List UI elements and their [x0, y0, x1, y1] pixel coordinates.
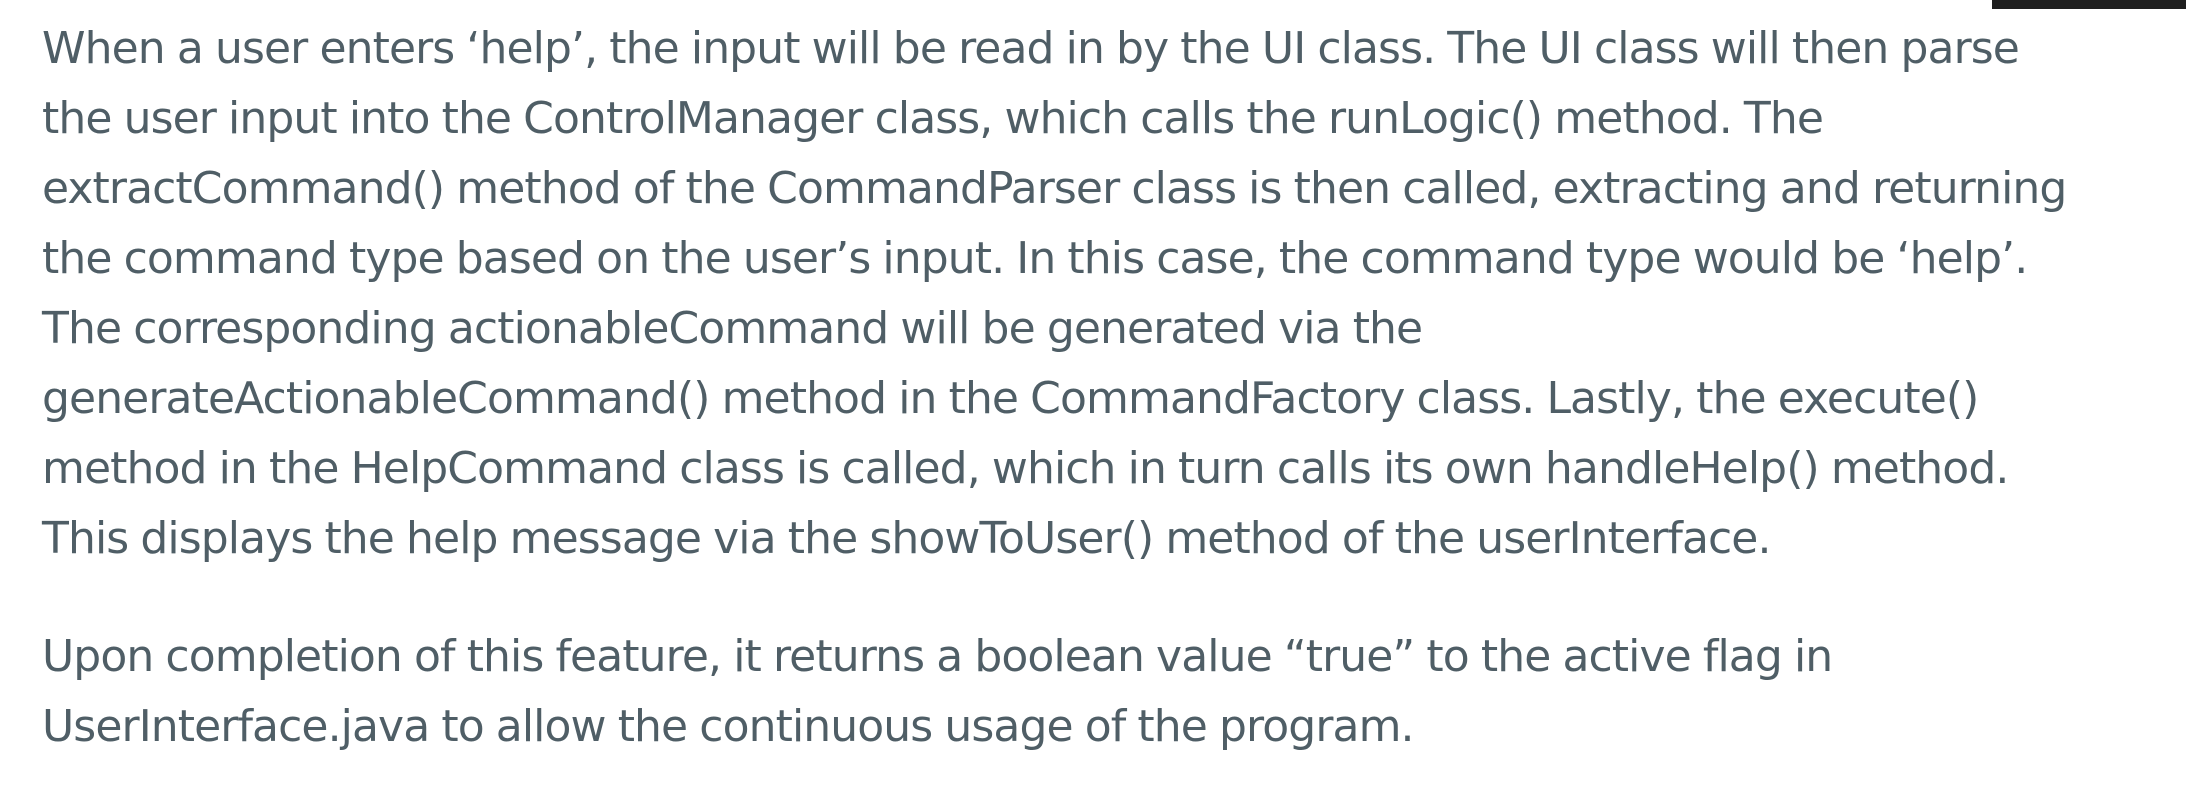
- text-line: extractCommand() method of the CommandPa…: [42, 163, 2067, 214]
- text-line: Upon completion of this feature, it retu…: [42, 631, 1833, 682]
- text-line: UserInterface.java to allow the continuo…: [42, 701, 1415, 752]
- text-line: The corresponding actionableCommand will…: [42, 303, 1423, 354]
- paragraph-completion: Upon completion of this feature, it retu…: [42, 622, 2182, 762]
- text-line: method in the HelpCommand class is calle…: [42, 443, 2009, 494]
- text-line: This displays the help message via the s…: [42, 513, 1771, 564]
- paragraph-help-flow: When a user enters ‘help’, the input wil…: [42, 14, 2182, 574]
- top-edge-bar: [1992, 0, 2186, 9]
- document-body: When a user enters ‘help’, the input wil…: [42, 14, 2182, 762]
- text-line: the user input into the ControlManager c…: [42, 93, 1824, 144]
- text-line: When a user enters ‘help’, the input wil…: [42, 23, 2020, 74]
- text-line: generateActionableCommand() method in th…: [42, 373, 1979, 424]
- text-line: the command type based on the user’s inp…: [42, 233, 2028, 284]
